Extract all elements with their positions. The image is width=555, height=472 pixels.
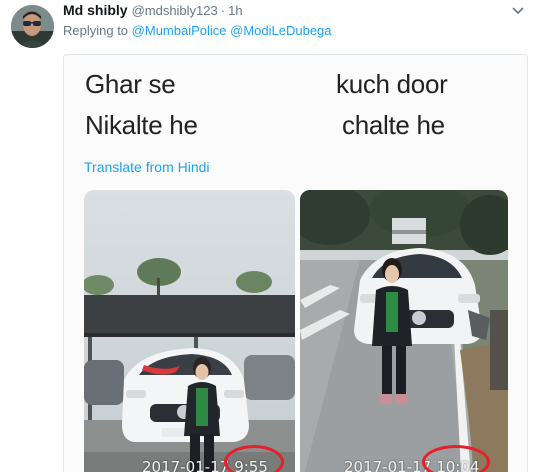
meme-text-bottom-right: chalte he: [342, 110, 445, 140]
highlight-circle-right: [422, 445, 490, 472]
user-handle[interactable]: @mdshibly123: [132, 3, 218, 18]
reply-prefix: Replying to: [63, 23, 129, 38]
display-name[interactable]: Md shibly: [63, 2, 128, 18]
photo-date-right: 2017-01-17: [344, 458, 432, 472]
tweet-timestamp[interactable]: 1h: [228, 3, 242, 18]
meme-text-top-right: kuch door: [336, 69, 448, 99]
highlight-circle-left: [224, 445, 284, 472]
tweet: Md shibly @mdshibly123 · 1h Replying to …: [0, 0, 555, 472]
separator-dot: ·: [220, 3, 226, 18]
avatar[interactable]: [11, 5, 54, 48]
photo-parking-lot[interactable]: 2017-01-17 9:55: [84, 190, 295, 472]
tweet-header: Md shibly @mdshibly123 · 1h: [63, 2, 243, 20]
meme-text-top-left: Ghar se: [85, 69, 176, 99]
media-card[interactable]: Ghar se kuch door Nikalte he chalte he T…: [63, 54, 528, 472]
meme-text-bottom-left: Nikalte he: [85, 110, 198, 140]
photo-date-left: 2017-01-17: [142, 458, 230, 472]
mention-link-mumbaipolice[interactable]: @MumbaiPolice: [132, 23, 227, 38]
translate-link[interactable]: Translate from Hindi: [84, 159, 210, 175]
reply-context: Replying to @MumbaiPolice @ModiLeDubega: [63, 23, 332, 38]
mention-link-modiledubega[interactable]: @ModiLeDubega: [230, 23, 331, 38]
photo-roadside-crash[interactable]: 2017-01-17 10:04: [300, 190, 508, 472]
chevron-down-icon[interactable]: [509, 4, 527, 18]
